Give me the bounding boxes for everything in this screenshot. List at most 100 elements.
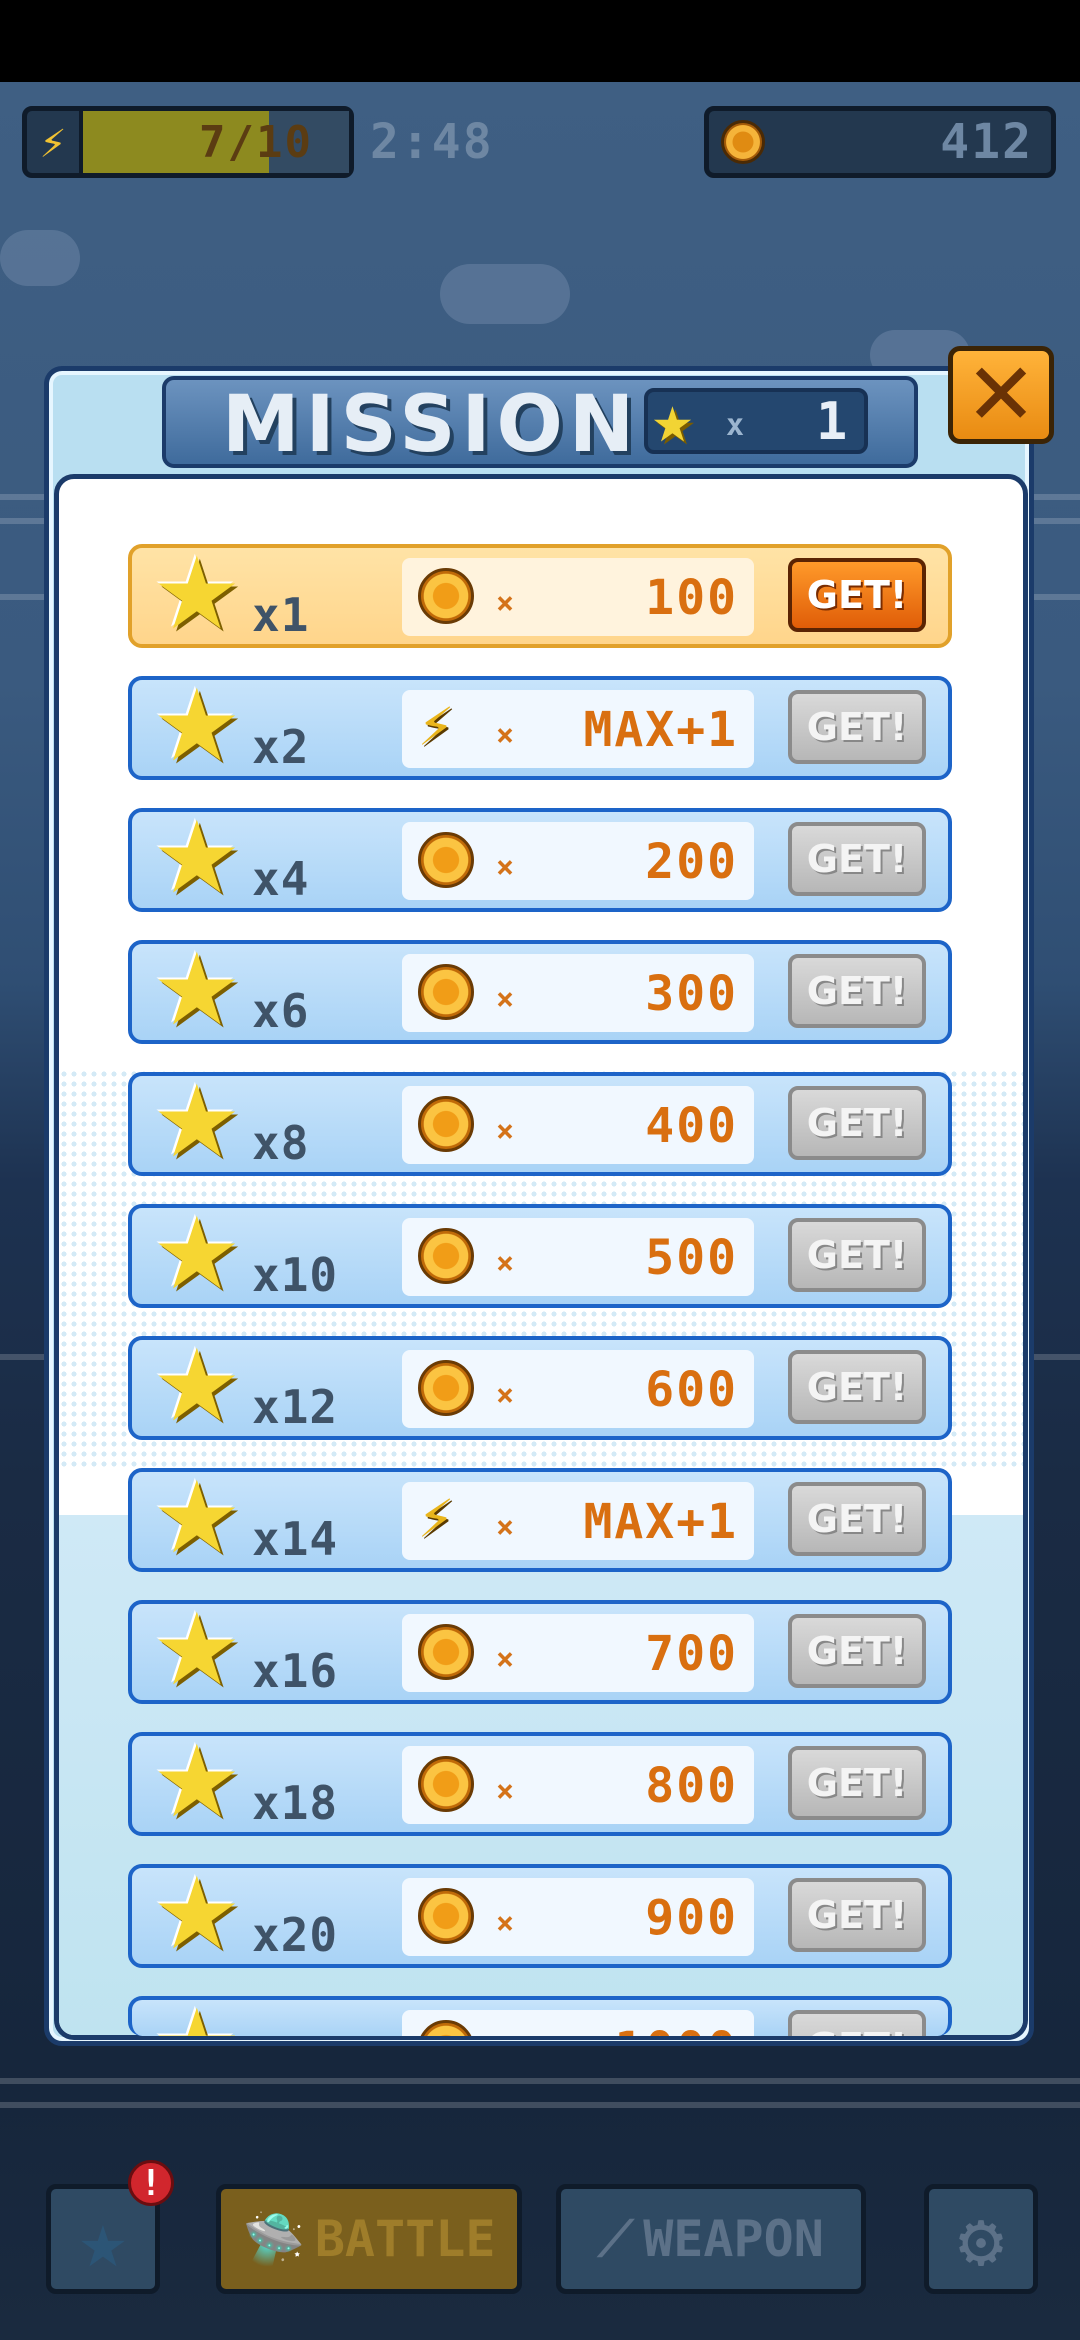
star-count-multiplier: x: [726, 408, 745, 443]
close-icon: ✕: [964, 345, 1038, 445]
settings-button[interactable]: ⚙: [924, 2184, 1038, 2294]
cloud: [0, 230, 80, 286]
mission-title: MISSION: [222, 380, 641, 470]
close-button[interactable]: ✕: [948, 345, 1054, 445]
star-icon: ★: [152, 2000, 242, 2036]
get-reward-button[interactable]: GET!: [788, 1086, 926, 1160]
mission-row: ★x22×1000GET!: [128, 1996, 952, 2036]
reward-box: × 400: [402, 1086, 754, 1164]
reward-box: × 200: [402, 822, 754, 900]
mission-requirement: x6: [252, 984, 310, 1038]
get-reward-button[interactable]: GET!: [788, 1350, 926, 1424]
mission-requirement: x20: [252, 1908, 339, 1962]
reward-multiplier-icon: ×: [496, 1906, 515, 1941]
mission-row: ★ x6 × 300 GET!: [128, 940, 952, 1044]
get-reward-button[interactable]: GET!: [788, 1218, 926, 1292]
mission-row: ★ x20 × 900 GET!: [128, 1864, 952, 1968]
get-reward-button[interactable]: GET!: [788, 2010, 926, 2036]
star-icon: ★: [152, 1063, 242, 1180]
ufo-icon: 🛸: [242, 2209, 305, 2268]
get-reward-button[interactable]: GET!: [788, 1614, 926, 1688]
star-icon: ★: [652, 380, 693, 459]
reward-box: × 300: [402, 954, 754, 1032]
energy-meter[interactable]: ⚡ 7/10: [22, 106, 354, 178]
star-icon: ★: [152, 1855, 242, 1972]
get-reward-button[interactable]: GET!: [788, 1746, 926, 1820]
coin-icon: [418, 568, 474, 624]
mission-row: ★ x10 × 500 GET!: [128, 1204, 952, 1308]
star-icon: ★: [152, 1591, 242, 1708]
mission-row: ★ x2 ⚡ × MAX+1 GET!: [128, 676, 952, 780]
reward-value: 1000: [614, 2022, 738, 2036]
reward-multiplier-icon: ×: [496, 1114, 515, 1149]
reward-value: 800: [645, 1758, 738, 1814]
reward-value: 700: [645, 1626, 738, 1682]
coin-icon: [418, 1360, 474, 1416]
reward-multiplier-icon: ×: [496, 1246, 515, 1281]
get-reward-button[interactable]: GET!: [788, 954, 926, 1028]
star-icon: ★: [152, 931, 242, 1048]
coin-icon: [721, 120, 765, 164]
get-reward-button[interactable]: GET!: [788, 690, 926, 764]
nav-battle-button[interactable]: 🛸 BATTLE: [216, 2184, 522, 2294]
get-reward-button[interactable]: GET!: [788, 558, 926, 632]
mission-row: ★ x12 × 600 GET!: [128, 1336, 952, 1440]
reward-box: ×1000: [402, 2010, 754, 2036]
reward-value: 500: [645, 1230, 738, 1286]
reward-multiplier-icon: ×: [496, 586, 515, 621]
nav-weapon-label: WEAPON: [643, 2210, 824, 2268]
mission-requirement: x8: [252, 1116, 310, 1170]
reward-multiplier-icon: ×: [496, 1510, 515, 1545]
lightning-icon: ⚡: [27, 111, 83, 173]
coin-total: 412: [940, 114, 1033, 170]
reward-value: 300: [645, 966, 738, 1022]
energy-value: 7/10: [199, 117, 313, 168]
status-bar: [0, 0, 1080, 82]
lightning-icon: ⚡: [418, 690, 455, 760]
mission-row: ★ x18 × 800 GET!: [128, 1732, 952, 1836]
reward-box: × 800: [402, 1746, 754, 1824]
reward-box: ⚡ × MAX+1: [402, 1482, 754, 1560]
reward-multiplier-icon: ×: [496, 1378, 515, 1413]
coin-icon: [418, 1624, 474, 1680]
reward-multiplier-icon: ×: [496, 850, 515, 885]
gear-icon: ⚙: [958, 2194, 1004, 2284]
mission-row: ★ x16 × 700 GET!: [128, 1600, 952, 1704]
energy-timer: 2:48: [370, 114, 494, 170]
coin-icon: [418, 1096, 474, 1152]
coin-counter[interactable]: 412: [704, 106, 1056, 178]
mission-requirement: x18: [252, 1776, 339, 1830]
reward-box: × 700: [402, 1614, 754, 1692]
reward-box: ⚡ × MAX+1: [402, 690, 754, 768]
mission-row: ★ x4 × 200 GET!: [128, 808, 952, 912]
mission-requirement: x12: [252, 1380, 339, 1434]
star-icon: ★: [152, 535, 242, 652]
star-count: 1: [816, 392, 848, 452]
mission-requirement: x2: [252, 720, 310, 774]
coin-icon: [418, 1228, 474, 1284]
nav-weapon-button[interactable]: ⟋ WEAPON: [556, 2184, 866, 2294]
reward-multiplier-icon: ×: [496, 718, 515, 753]
reward-multiplier-icon: ×: [496, 982, 515, 1017]
cloud: [440, 264, 570, 324]
get-reward-button[interactable]: GET!: [788, 1482, 926, 1556]
reward-box: × 500: [402, 1218, 754, 1296]
reward-value: 900: [645, 1890, 738, 1946]
star-icon: ★: [78, 2192, 128, 2286]
reward-box: × 100: [402, 558, 754, 636]
coin-icon: [418, 2020, 474, 2036]
reward-value: MAX+1: [583, 702, 738, 758]
star-icon: ★: [152, 1459, 242, 1576]
bat-icon: ⟋: [598, 2209, 634, 2268]
get-reward-button[interactable]: GET!: [788, 1878, 926, 1952]
reward-value: 600: [645, 1362, 738, 1418]
star-icon: ★: [152, 1327, 242, 1444]
coin-icon: [418, 832, 474, 888]
star-icon: ★: [152, 1723, 242, 1840]
star-icon: ★: [152, 799, 242, 916]
get-reward-button[interactable]: GET!: [788, 822, 926, 896]
mission-requirement: x14: [252, 1512, 339, 1566]
reward-value: 200: [645, 834, 738, 890]
mission-row: ★ x8 × 400 GET!: [128, 1072, 952, 1176]
star-icon: ★: [152, 1195, 242, 1312]
